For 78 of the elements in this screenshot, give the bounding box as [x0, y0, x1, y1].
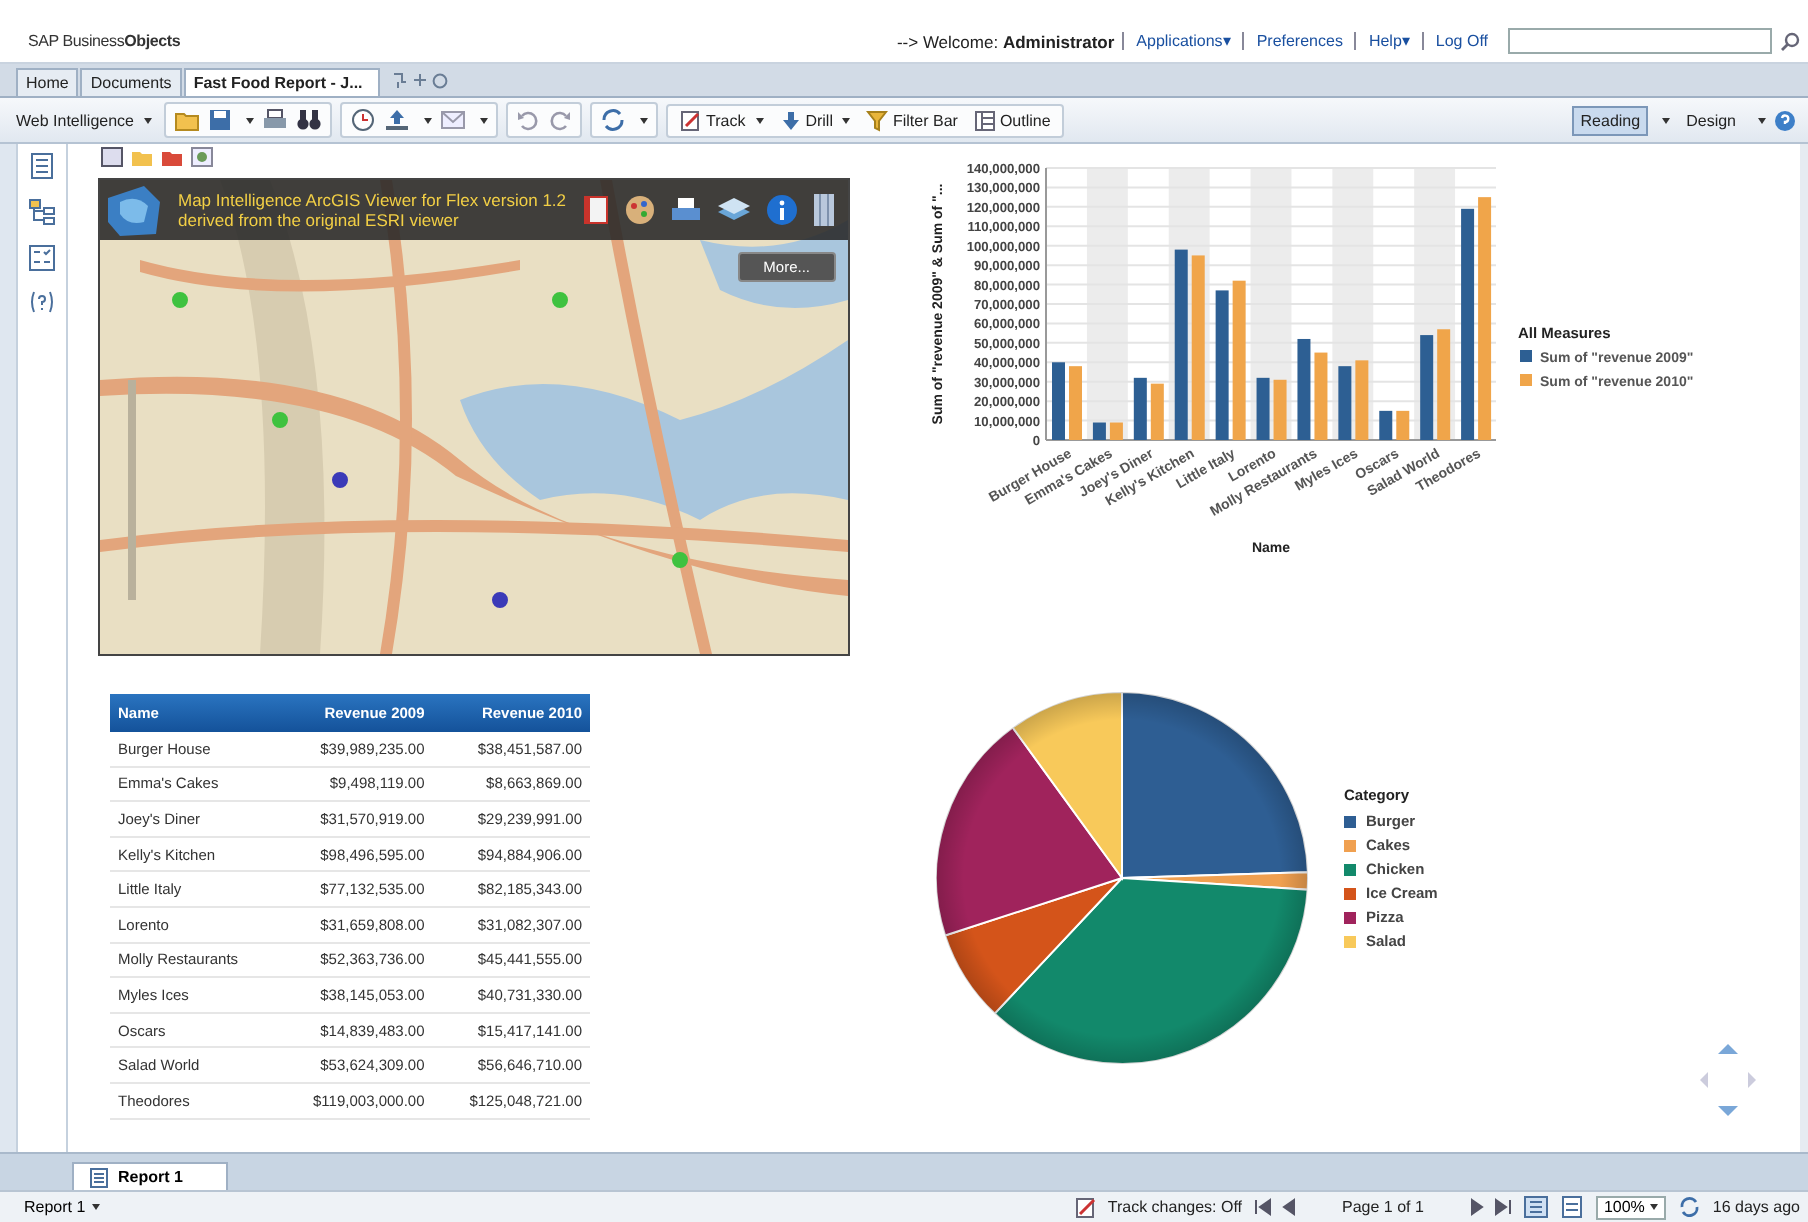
printer-icon[interactable]	[670, 194, 702, 226]
header-link[interactable]: Preferences	[1252, 32, 1347, 50]
export-icon[interactable]	[384, 108, 410, 132]
view-mode-button[interactable]: Design	[1678, 105, 1744, 135]
bar	[1355, 360, 1369, 440]
report-menu[interactable]: Report 1	[24, 1198, 100, 1216]
help-icon[interactable]	[1774, 109, 1796, 131]
undo-icon[interactable]	[516, 108, 540, 132]
bar	[1396, 410, 1410, 440]
bar	[1379, 410, 1393, 440]
header-link[interactable]: Log Off	[1431, 32, 1492, 50]
last-refresh-text: 16 days ago	[1712, 1198, 1800, 1216]
folder-icon[interactable]	[174, 108, 200, 132]
filter-icon	[866, 109, 889, 131]
search-field[interactable]	[1508, 28, 1772, 54]
bar	[1420, 335, 1434, 440]
caret-icon[interactable]	[640, 117, 648, 123]
track-icon	[680, 109, 702, 131]
toolbar-button[interactable]: Track	[676, 109, 768, 131]
page-view-icon[interactable]	[1523, 1196, 1548, 1218]
caret-icon[interactable]	[480, 117, 488, 123]
header-link[interactable]: Help▾	[1364, 32, 1414, 50]
print-icon[interactable]	[262, 108, 288, 132]
report-tab[interactable]: Report 1	[72, 1162, 229, 1190]
palette-icon[interactable]	[624, 194, 656, 226]
map-subtitle: derived from the original ESRI viewer	[178, 210, 461, 230]
history-icon[interactable]	[350, 108, 376, 132]
help-icon[interactable]	[28, 290, 56, 314]
zoom-dropdown[interactable]: 100%	[1595, 1195, 1667, 1219]
globe-icon	[104, 182, 164, 238]
header-link[interactable]: Applications▾	[1132, 32, 1235, 50]
document-tab[interactable]: Documents	[80, 68, 182, 96]
envelope-icon[interactable]	[440, 108, 466, 132]
info-icon[interactable]	[766, 194, 798, 226]
redo-icon[interactable]	[548, 108, 572, 132]
bar	[1069, 366, 1082, 440]
caret-icon[interactable]	[424, 117, 432, 123]
checklist-icon[interactable]	[28, 244, 56, 272]
toolbar-button[interactable]: Filter Bar	[862, 109, 962, 131]
search-icon[interactable]	[1780, 31, 1800, 51]
toolbar-button[interactable]: Outline	[969, 109, 1055, 131]
page-indicator: Page 1 of 1	[1342, 1198, 1424, 1216]
caret-icon[interactable]	[1662, 117, 1671, 123]
save-icon[interactable]	[208, 108, 232, 132]
book-icon[interactable]	[582, 194, 610, 226]
toolbar-button[interactable]: Drill	[775, 109, 855, 131]
tab-controls-icon[interactable]	[390, 72, 451, 90]
welcome-text: --> Welcome: Administrator	[896, 31, 1115, 51]
document-icon	[90, 1167, 108, 1187]
bar	[1314, 352, 1328, 440]
bar	[1133, 377, 1147, 440]
web-intelligence-menu[interactable]: Web Intelligence	[12, 111, 156, 129]
caret-icon[interactable]	[246, 117, 254, 123]
bar	[1297, 338, 1311, 440]
quick-view-icon[interactable]	[1559, 1196, 1584, 1218]
drill-icon	[779, 109, 802, 131]
document-tab[interactable]: Home	[16, 68, 79, 96]
refresh-icon[interactable]	[600, 108, 626, 132]
binoculars-icon[interactable]	[296, 108, 322, 132]
bar	[1150, 383, 1164, 440]
tree-icon[interactable]	[28, 198, 56, 226]
caret-icon[interactable]	[1758, 117, 1766, 123]
report-icon[interactable]	[100, 146, 124, 168]
track-changes-status: Track changes: Off	[1107, 1198, 1243, 1216]
document-tab[interactable]: Fast Food Report - J...	[183, 68, 381, 96]
bar	[1437, 329, 1451, 440]
document-icon[interactable]	[28, 152, 56, 180]
view-mode-button[interactable]: Reading	[1572, 105, 1649, 135]
bar	[1052, 362, 1065, 440]
track-icon	[1075, 1197, 1096, 1217]
gear-icon[interactable]	[190, 146, 214, 168]
bar	[1338, 366, 1352, 440]
logo: SAP BusinessObjects	[28, 32, 181, 54]
refresh-icon[interactable]	[1678, 1196, 1701, 1218]
outline-icon	[973, 109, 996, 131]
layers-icon[interactable]	[716, 196, 752, 224]
map-title: Map Intelligence ArcGIS Viewer for Flex version 1.2	[178, 190, 567, 210]
panel-icon[interactable]	[812, 192, 836, 228]
